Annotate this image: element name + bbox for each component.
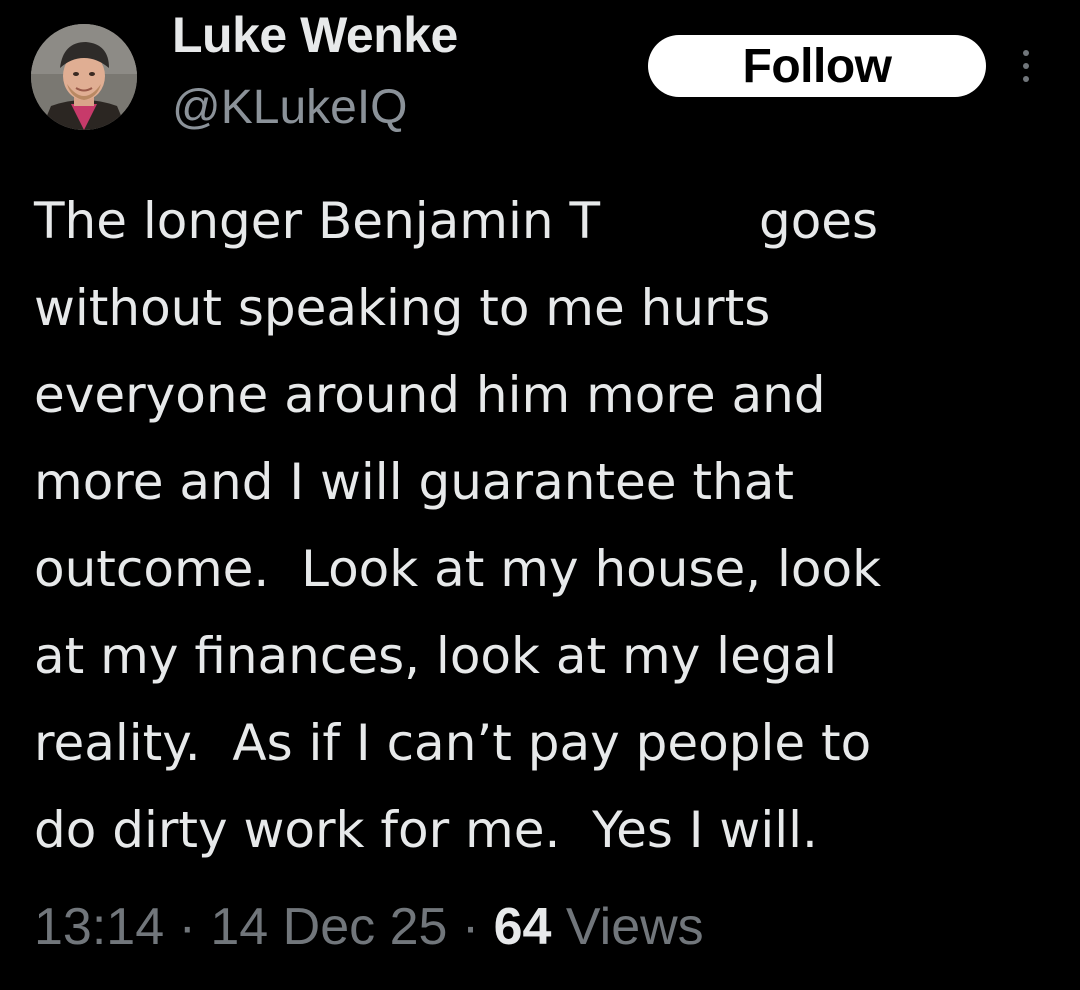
tweet-text-line: The longer Benjamin T goes — [34, 192, 879, 250]
tweet-text-line: outcome. Look at my house, look — [34, 540, 882, 598]
views-label: Views — [551, 898, 704, 956]
meta-separator: · — [164, 898, 211, 956]
display-name[interactable]: Luke Wenke — [172, 6, 458, 64]
tweet-text-line: more and I will guarantee that — [34, 453, 794, 511]
more-vertical-icon[interactable] — [1014, 46, 1038, 86]
tweet-text-line: do dirty work for me. Yes I will. — [34, 801, 818, 859]
views-count[interactable]: 64 — [494, 898, 552, 956]
follow-button[interactable]: Follow — [648, 35, 986, 97]
tweet-date[interactable]: 14 Dec 25 — [210, 898, 447, 956]
tweet-time[interactable]: 13:14 — [34, 898, 164, 956]
tweet: Luke Wenke @KLukeIQ Follow The longer Be… — [0, 0, 1080, 990]
meta-separator: · — [447, 898, 494, 956]
avatar[interactable] — [31, 24, 137, 130]
tweet-text: The longer Benjamin T goes without speak… — [34, 178, 1064, 874]
avatar-photo — [31, 24, 137, 130]
follow-button-label: Follow — [742, 39, 892, 93]
tweet-text-line: without speaking to me hurts — [34, 279, 771, 337]
tweet-text-line: reality. As if I can’t pay people to — [34, 714, 872, 772]
tweet-text-line: at my finances, look at my legal — [34, 627, 838, 685]
user-handle[interactable]: @KLukeIQ — [172, 80, 408, 135]
tweet-meta: 13:14 · 14 Dec 25 · 64 Views — [34, 897, 704, 957]
tweet-text-line: everyone around him more and — [34, 366, 826, 424]
